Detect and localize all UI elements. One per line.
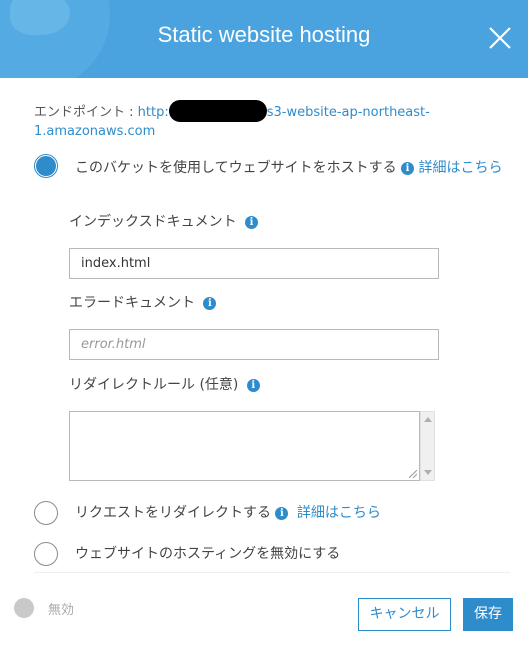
endpoint-url-line2[interactable]: 1.amazonaws.com (34, 124, 155, 139)
status-toggle[interactable] (14, 598, 34, 618)
scroll-down-icon[interactable] (424, 470, 432, 475)
close-button[interactable] (486, 24, 514, 52)
redirect-rules-label-row: リダイレクトルール (任意) i (69, 374, 260, 394)
redirect-rules-label: リダイレクトルール (任意) (69, 377, 239, 393)
index-document-input[interactable]: index.html (69, 248, 439, 279)
textarea-scrollbar[interactable] (420, 411, 435, 481)
option-redirect-requests: リクエストをリダイレクトする i 詳細はこちら (75, 502, 381, 522)
info-icon[interactable]: i (245, 216, 259, 229)
option-redirect-label: リクエストをリダイレクトする (75, 505, 271, 521)
status-label: 無効 (48, 603, 75, 618)
detail-link-redirect[interactable]: 詳細はこちら (297, 505, 381, 521)
index-document-label: インデックスドキュメント (69, 214, 237, 230)
endpoint-url-prefix[interactable]: http: (138, 105, 169, 120)
option-host-label: このバケットを使用してウェブサイトをホストする (75, 160, 397, 176)
redirect-rules-textarea[interactable] (69, 411, 420, 481)
error-document-label-row: エラードキュメント i (69, 292, 217, 312)
dialog-header: Static website hosting (0, 0, 528, 78)
scroll-up-icon[interactable] (424, 417, 432, 422)
save-button[interactable]: 保存 (463, 598, 513, 631)
redacted-region (168, 100, 267, 122)
option-host-website: このバケットを使用してウェブサイトをホストする i 詳細はこちら (75, 155, 505, 181)
endpoint-text: エンドポイント : http: s3-website-ap-northeast- … (34, 100, 494, 141)
error-document-label: エラードキュメント (69, 295, 195, 311)
divider (34, 572, 510, 573)
radio-host-website[interactable] (34, 154, 58, 178)
radio-disable-hosting[interactable] (34, 542, 58, 566)
info-icon[interactable]: i (203, 297, 217, 310)
info-icon[interactable]: i (401, 162, 415, 175)
dialog-title: Static website hosting (157, 22, 371, 47)
endpoint-url-suffix[interactable]: s3-website-ap-northeast- (267, 105, 430, 120)
cancel-button[interactable]: キャンセル (358, 598, 451, 631)
endpoint-label: エンドポイント : (34, 105, 138, 120)
detail-link-host[interactable]: 詳細はこちら (419, 160, 503, 176)
radio-redirect-requests[interactable] (34, 501, 58, 525)
close-icon (489, 27, 511, 49)
error-document-input[interactable]: error.html (69, 329, 439, 360)
option-disable-label: ウェブサイトのホスティングを無効にする (75, 546, 341, 562)
index-document-label-row: インデックスドキュメント i (69, 211, 259, 231)
info-icon[interactable]: i (275, 507, 289, 520)
info-icon[interactable]: i (246, 379, 260, 392)
resize-grip-icon[interactable] (409, 470, 417, 478)
